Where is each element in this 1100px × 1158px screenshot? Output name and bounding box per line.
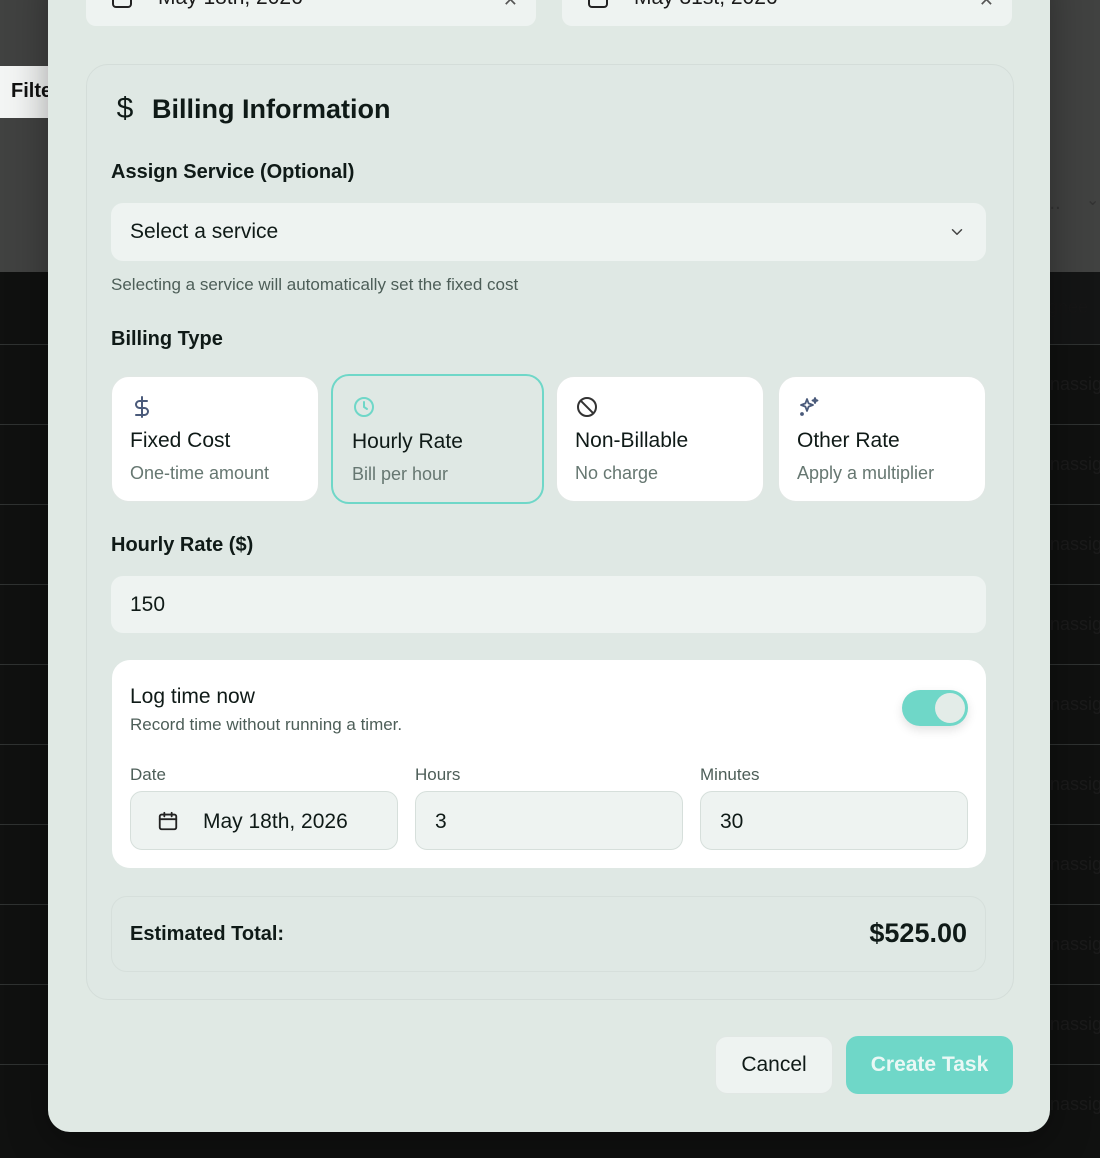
billing-type-hourly-rate[interactable]: Hourly Rate Bill per hour	[331, 374, 544, 504]
dollar-icon: $	[116, 92, 134, 125]
billing-type-non-billable[interactable]: Non-Billable No charge	[556, 376, 764, 502]
end-date-field[interactable]: May 31st, 2026 ✕	[562, 0, 1012, 26]
hourly-rate-value: 150	[130, 593, 166, 616]
log-time-card: Log time now Record time without running…	[112, 660, 986, 868]
background-assignee-cell: nassig	[1050, 1094, 1100, 1114]
background-assignee-cell: nassig	[1050, 774, 1100, 794]
create-task-button[interactable]: Create Task	[846, 1036, 1013, 1094]
sparkles-icon	[800, 397, 819, 416]
ban-icon	[577, 397, 597, 417]
start-date-value: May 18th, 2026	[158, 0, 303, 10]
billing-title-text: Billing Information	[152, 93, 391, 124]
hourly-rate-label: Hourly Rate ($)	[111, 534, 254, 556]
background-filter-label: Filte	[11, 80, 53, 102]
billing-type-title: Non-Billable	[575, 429, 689, 452]
log-time-toggle[interactable]	[902, 690, 968, 726]
hours-input[interactable]: 3	[415, 791, 683, 850]
minutes-label: Minutes	[700, 765, 760, 784]
log-date-value: May 18th, 2026	[203, 810, 348, 833]
estimated-total-amount: $525.00	[869, 918, 967, 948]
clear-start-date-icon[interactable]: ✕	[503, 0, 518, 11]
estimated-total-label: Estimated Total:	[130, 923, 285, 945]
hours-label: Hours	[415, 765, 461, 784]
assign-service-label: Assign Service (Optional)	[111, 161, 355, 183]
billing-type-title: Fixed Cost	[130, 429, 231, 452]
calendar-icon	[158, 811, 178, 831]
hourly-rate-input[interactable]: 150	[111, 576, 986, 633]
end-date-value: May 31st, 2026	[634, 0, 778, 10]
billing-type-other-rate[interactable]: Other Rate Apply a multiplier	[778, 376, 986, 502]
billing-type-label: Billing Type	[111, 328, 223, 350]
cancel-button[interactable]: Cancel	[715, 1036, 833, 1094]
billing-section-title: $ Billing Information	[112, 92, 391, 126]
background-assignee-cell: nassig	[1050, 854, 1100, 874]
background-assignee-cell: nassig	[1050, 1014, 1100, 1034]
service-select-value: Select a service	[130, 220, 279, 243]
billing-type-title: Other Rate	[797, 429, 900, 452]
billing-type-fixed-cost[interactable]: Fixed Cost One-time amount	[111, 376, 319, 502]
chevron-down-icon	[951, 229, 963, 235]
calendar-icon	[588, 0, 608, 8]
background-assignee-cell: nassig	[1050, 934, 1100, 954]
log-time-title: Log time now	[130, 685, 255, 708]
billing-type-subtitle: Apply a multiplier	[797, 463, 935, 483]
estimated-total-panel: Estimated Total: $525.00	[111, 896, 986, 972]
background-assignee-cell: nassig	[1050, 694, 1100, 714]
service-helper-text: Selecting a service will automatically s…	[111, 275, 519, 294]
minutes-input[interactable]: 30	[700, 791, 968, 850]
background-assignee-cell: nassig	[1050, 374, 1100, 394]
log-date-label: Date	[130, 765, 166, 784]
start-date-field[interactable]: May 18th, 2026 ✕	[86, 0, 536, 26]
log-date-field[interactable]: May 18th, 2026	[130, 791, 398, 850]
hours-value: 3	[435, 810, 447, 833]
clear-end-date-icon[interactable]: ✕	[979, 0, 994, 11]
log-time-subtitle: Record time without running a timer.	[130, 715, 403, 734]
background-assignee-header: gnee	[1048, 297, 1089, 317]
calendar-icon	[112, 0, 132, 8]
toggle-knob	[935, 693, 965, 723]
billing-type-subtitle: Bill per hour	[352, 464, 449, 484]
dollar-icon	[135, 396, 149, 418]
billing-type-subtitle: No charge	[575, 463, 659, 483]
background-assignee-cell: nassig	[1050, 454, 1100, 474]
background-chevron-icon: ⌄	[1086, 192, 1100, 209]
billing-type-title: Hourly Rate	[352, 430, 463, 453]
background-assignee-cell: nassig	[1050, 614, 1100, 634]
minutes-value: 30	[720, 810, 744, 833]
billing-type-subtitle: One-time amount	[130, 463, 270, 483]
background-assignee-cell: nassig	[1050, 534, 1100, 554]
service-select[interactable]: Select a service	[111, 203, 986, 261]
clock-icon	[354, 397, 374, 417]
